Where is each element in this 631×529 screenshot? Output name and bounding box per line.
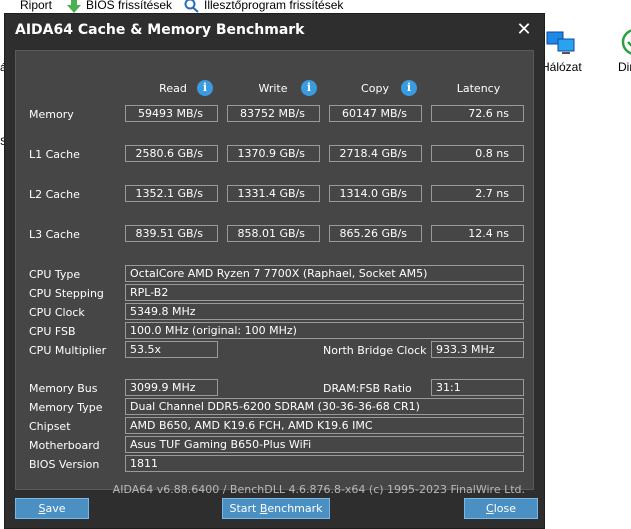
save-button[interactable]: Save	[15, 498, 89, 519]
download-arrow-icon	[67, 0, 81, 13]
benchmark-window: AIDA64 Cache & Memory Benchmark ✕ Read i…	[4, 13, 545, 529]
toolbar-report-label: Riport	[20, 0, 53, 12]
memory-copy-value: 60147 MB/s	[329, 105, 422, 122]
l1-write-value: 1370.9 GB/s	[227, 145, 320, 162]
close-button-label: lose	[493, 502, 516, 515]
toolbar-report[interactable]: Riport	[20, 0, 52, 12]
l1-copy-value: 2718.4 GB/s	[329, 145, 422, 162]
host-toolbar: Riport BIOS frissítések Illesztőprogram …	[0, 0, 631, 14]
l1-read-value: 2580.6 GB/s	[125, 145, 218, 162]
column-header-copy: Copy	[361, 82, 389, 95]
memory-write-value: 83752 MB/s	[227, 105, 320, 122]
toolbar-bios-updates-label: BIOS frissítések	[86, 0, 173, 12]
memory-type-value: Dual Channel DDR5-6200 SDRAM (30-36-36-6…	[125, 398, 524, 415]
version-footer: AIDA64 v6.88.6400 / BenchDLL 4.6.876.8-x…	[112, 483, 525, 496]
network-icon	[546, 31, 575, 54]
bios-version-value: 1811	[125, 455, 524, 472]
cpu-multiplier-value: 53.5x	[125, 341, 218, 358]
row-label-l3-cache: L3 Cache	[29, 228, 80, 241]
cpu-stepping-label: CPU Stepping	[29, 287, 104, 300]
title-bar[interactable]: AIDA64 Cache & Memory Benchmark ✕	[5, 14, 544, 46]
copy-info-icon[interactable]: i	[401, 80, 417, 96]
memory-type-label: Memory Type	[29, 401, 103, 414]
save-button-label: ave	[45, 502, 66, 515]
cpu-fsb-value: 100.0 MHz (original: 100 MHz)	[125, 322, 524, 339]
close-button-accel: C	[486, 502, 494, 515]
cpu-type-value: OctalCore AMD Ryzen 7 7700X (Raphael, So…	[125, 265, 524, 282]
row-label-memory: Memory	[29, 108, 74, 121]
toolbar-driver-updates[interactable]: Illesztőprogram frissítések	[184, 0, 344, 13]
l1-latency-value: 0.8 ns	[431, 145, 524, 162]
bios-version-label: BIOS Version	[29, 458, 100, 471]
l2-copy-value: 1314.0 GB/s	[329, 185, 422, 202]
start-button-prefix: Start	[229, 502, 260, 515]
nb-clock-value: 933.3 MHz	[431, 341, 524, 358]
host-network-label: Hálózat	[541, 60, 582, 74]
l2-read-value: 1352.1 GB/s	[125, 185, 218, 202]
l3-write-value: 858.01 GB/s	[227, 225, 320, 242]
memory-bus-label: Memory Bus	[29, 382, 98, 395]
l2-latency-value: 2.7 ns	[431, 185, 524, 202]
column-header-write: Write	[258, 82, 288, 95]
cpu-type-label: CPU Type	[29, 268, 81, 281]
toolbar-driver-updates-label: Illesztőprogram frissítések	[204, 0, 344, 12]
memory-latency-value: 72.6 ns	[431, 105, 524, 122]
l2-write-value: 1331.4 GB/s	[227, 185, 320, 202]
close-button[interactable]: Close	[464, 498, 538, 519]
column-header-latency: Latency	[456, 82, 501, 95]
magnifier-icon	[184, 0, 199, 13]
start-button-label: enchmark	[267, 502, 323, 515]
cpu-clock-value: 5349.8 MHz	[125, 303, 524, 320]
row-label-l2-cache: L2 Cache	[29, 188, 80, 201]
l3-latency-value: 12.4 ns	[431, 225, 524, 242]
memory-read-value: 59493 MB/s	[125, 105, 218, 122]
toolbar-bios-updates[interactable]: BIOS frissítések	[66, 0, 173, 13]
checkmark-circle-icon	[621, 29, 631, 55]
cpu-fsb-label: CPU FSB	[29, 325, 76, 338]
window-title: AIDA64 Cache & Memory Benchmark	[15, 22, 305, 38]
cpu-stepping-value: RPL-B2	[125, 284, 524, 301]
write-info-icon[interactable]: i	[301, 80, 317, 96]
dram-fsb-ratio-value: 31:1	[431, 379, 524, 396]
chipset-label: Chipset	[29, 420, 71, 433]
l3-read-value: 839.51 GB/s	[125, 225, 218, 242]
cpu-multiplier-label: CPU Multiplier	[29, 344, 107, 357]
chipset-value: AMD B650, AMD K19.6 FCH, AMD K19.6 IMC	[125, 417, 524, 434]
row-label-l1-cache: L1 Cache	[29, 148, 80, 161]
close-icon[interactable]: ✕	[514, 20, 534, 40]
cpu-clock-label: CPU Clock	[29, 306, 85, 319]
host-dir-label: Dir	[618, 60, 631, 74]
results-panel: Read i Write i Copy i Latency Memory 594…	[15, 50, 534, 496]
dram-fsb-ratio-label: DRAM:FSB Ratio	[323, 382, 412, 395]
memory-bus-value: 3099.9 MHz	[125, 379, 218, 396]
motherboard-label: Motherboard	[29, 439, 100, 452]
l3-copy-value: 865.26 GB/s	[329, 225, 422, 242]
column-header-read: Read	[159, 82, 187, 95]
read-info-icon[interactable]: i	[197, 80, 213, 96]
motherboard-value: Asus TUF Gaming B650-Plus WiFi	[125, 436, 524, 453]
nb-clock-label: North Bridge Clock	[323, 344, 427, 357]
start-benchmark-button[interactable]: Start Benchmark	[222, 498, 330, 519]
